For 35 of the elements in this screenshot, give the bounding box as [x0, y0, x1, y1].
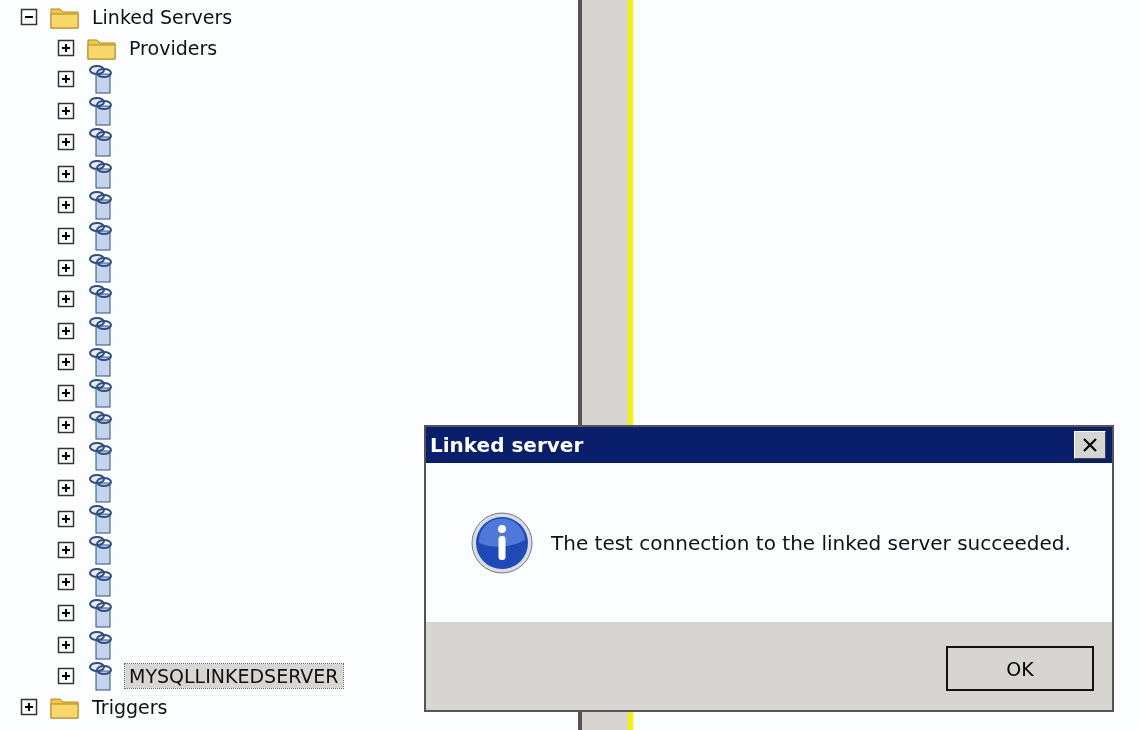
- expand-button[interactable]: [57, 541, 75, 560]
- expand-button[interactable]: [57, 227, 75, 246]
- ok-button[interactable]: OK: [946, 646, 1094, 691]
- tree-item-label[interactable]: MYSQLLINKEDSERVER: [125, 663, 343, 688]
- collapse-button[interactable]: [20, 7, 38, 26]
- expand-button[interactable]: [57, 101, 75, 120]
- expand-button[interactable]: [57, 447, 75, 466]
- expand-button[interactable]: [57, 39, 75, 58]
- dialog-message: The test connection to the linked server succeeded.: [551, 530, 1071, 555]
- expand-button[interactable]: [57, 133, 75, 152]
- info-icon: [471, 511, 533, 574]
- expand-button[interactable]: [57, 572, 75, 591]
- folder-icon: [87, 36, 117, 61]
- close-icon: [1082, 437, 1098, 453]
- expand-button[interactable]: [57, 384, 75, 403]
- expand-button[interactable]: [57, 478, 75, 497]
- close-button[interactable]: [1074, 431, 1106, 459]
- tree-item-label[interactable]: Linked Servers: [88, 4, 237, 29]
- folder-icon: [50, 695, 80, 720]
- tree-item-label[interactable]: Triggers: [88, 695, 172, 720]
- expand-button[interactable]: [57, 604, 75, 623]
- expand-button[interactable]: [57, 415, 75, 434]
- expand-button[interactable]: [57, 666, 75, 685]
- expand-button[interactable]: [57, 290, 75, 309]
- expand-button[interactable]: [57, 353, 75, 371]
- expand-button[interactable]: [20, 698, 38, 717]
- expand-button[interactable]: [57, 164, 75, 183]
- expand-button[interactable]: [57, 635, 75, 654]
- dialog-title: Linked server: [430, 433, 584, 457]
- expand-button[interactable]: [57, 321, 75, 340]
- expand-button[interactable]: [57, 509, 75, 528]
- expand-button[interactable]: [57, 196, 75, 215]
- tree-item-label[interactable]: Providers: [125, 36, 222, 61]
- expand-button[interactable]: [57, 258, 75, 277]
- expand-button[interactable]: [57, 70, 75, 89]
